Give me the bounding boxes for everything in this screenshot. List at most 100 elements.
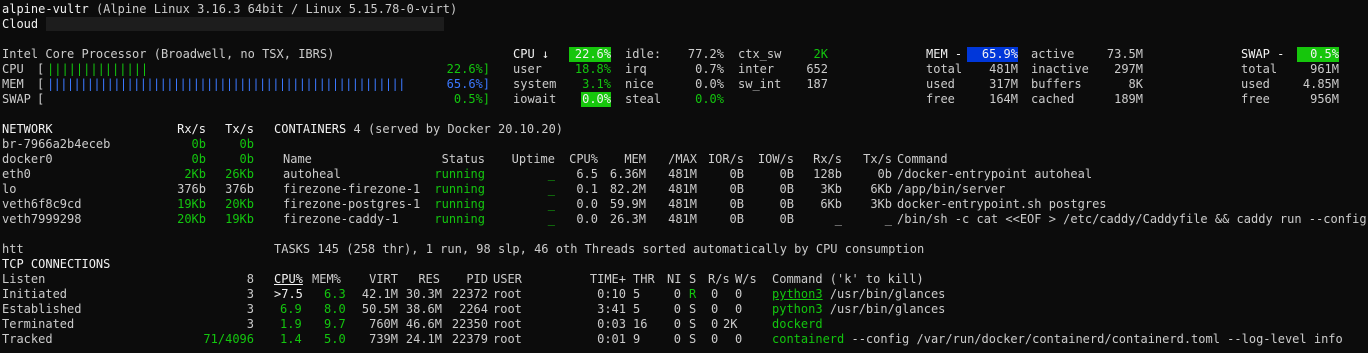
swap-total-label: total [1241, 62, 1278, 76]
net-iface-name: lo [2, 182, 17, 196]
mem-cached-label: cached [1031, 92, 1075, 106]
tcp-listen-val: 8 [246, 272, 254, 286]
cpu-detail-title: CPU ↓ [513, 47, 550, 61]
proc-user: root [493, 317, 522, 331]
proc-col-mem[interactable]: MEM% [312, 272, 341, 287]
network-tx-header: Tx/s [225, 122, 254, 136]
container-cpu: 0.1 [576, 182, 598, 196]
proc-thr: 5 [633, 287, 641, 301]
proc-rs: 0 [711, 332, 719, 346]
proc-col-command[interactable]: Command ('k' to kill) [772, 272, 924, 287]
container-rx: 6Kb [820, 197, 842, 211]
cpu-bar-pct: 22.6%] [446, 62, 490, 76]
net-iface-tx: 20Kb [225, 197, 254, 211]
cpu-inter-label: inter [738, 62, 775, 76]
proc-command[interactable]: python3 /usr/bin/glances [772, 302, 945, 317]
mem-free-val: 164M [989, 92, 1018, 106]
net-iface-rx: 2Kb [184, 167, 206, 181]
proc-mem: 9.7 [324, 317, 346, 331]
container-status: running [434, 197, 485, 211]
proc-command[interactable]: dockerd [772, 317, 823, 332]
proc-cpu: 1.9 [280, 317, 302, 331]
proc-mem: 8.0 [324, 302, 346, 316]
container-uptime: _ [547, 212, 555, 226]
net-iface-tx: 19Kb [225, 212, 254, 226]
proc-col-s[interactable]: S [689, 272, 696, 287]
container-rx: _ [834, 212, 842, 226]
net-iface-tx: 0b [239, 137, 254, 151]
proc-thr: 16 [633, 317, 648, 331]
proc-ni: 0 [673, 302, 681, 316]
cpu-system-label: system [513, 77, 557, 91]
proc-ws: 0 [735, 287, 743, 301]
cpu-bar: |||||||||||||| [47, 62, 149, 76]
cpu-user-label: user [513, 62, 542, 76]
container-tx: 0b [877, 167, 892, 181]
swap-used-label: used [1241, 77, 1270, 91]
cpu-total-pct: 22.6% [569, 47, 611, 62]
proc-cpu: >7.5 [274, 287, 303, 301]
proc-res: 24.1M [405, 332, 442, 346]
container-tx: _ [884, 212, 892, 226]
container-status: running [434, 212, 485, 226]
container-max: 481M [668, 167, 697, 181]
container-max: 481M [668, 197, 697, 211]
proc-mem: 6.3 [324, 287, 346, 301]
container-iow: 0B [779, 167, 794, 181]
container-status: running [434, 182, 485, 196]
proc-command[interactable]: python3 /usr/bin/glances [772, 287, 945, 302]
net-iface-name: veth6f8c9cd [2, 197, 82, 211]
proc-user: root [493, 302, 522, 316]
proc-command[interactable]: containerd --config /var/run/docker/cont… [772, 332, 1343, 347]
proc-col-ws[interactable]: W/s [735, 272, 757, 287]
proc-ni: 0 [673, 317, 681, 331]
cpu-irq-label: irq [625, 62, 647, 76]
tcp-terminated-label: Terminated [2, 317, 75, 331]
cpu-inter-val: 652 [806, 62, 828, 76]
proc-pid: 22379 [451, 332, 488, 346]
container-mem: 26.3M [609, 212, 646, 226]
swap-pct: 0.5% [1297, 47, 1339, 62]
container-command: /app/bin/server [897, 182, 1006, 196]
cpu-steal-val: 0.0% [695, 92, 724, 106]
swap-bar-label: SWAP [2, 92, 31, 106]
ctr-col-uptime: Uptime [511, 152, 555, 166]
ctx-label: ctx_sw [738, 47, 782, 61]
mem-free-label: free [926, 92, 955, 106]
net-iface-name: eth0 [2, 167, 31, 181]
proc-col-res[interactable]: RES [402, 272, 440, 287]
cpu-iowait-label: iowait [513, 92, 557, 106]
proc-col-pid[interactable]: PID [446, 272, 488, 287]
container-cpu: 0.0 [576, 212, 598, 226]
proc-col-rs[interactable]: R/s [708, 272, 730, 287]
proc-time: 0:01 [597, 332, 626, 346]
proc-user: root [493, 332, 522, 346]
container-name: firezone-firezone-1 [283, 182, 421, 196]
proc-col-user[interactable]: USER [493, 272, 522, 287]
proc-ni: 0 [673, 332, 681, 346]
proc-cpu: 6.9 [280, 302, 302, 316]
proc-rs: 0 [711, 287, 719, 301]
proc-col-thr[interactable]: THR [633, 272, 655, 287]
container-ior: 0B [729, 182, 744, 196]
cpu-system-val: 3.1% [582, 77, 611, 91]
container-ior: 0B [729, 212, 744, 226]
proc-pid: 22372 [451, 287, 488, 301]
proc-res: 46.6M [405, 317, 442, 331]
net-iface-rx: 20Kb [177, 212, 206, 226]
proc-ni: 0 [673, 287, 681, 301]
mem-buffers-label: buffers [1031, 77, 1082, 91]
proc-col-ni[interactable]: NI [667, 272, 681, 287]
mem-inactive-val: 297M [1114, 62, 1143, 76]
tcp-terminated-val: 3 [246, 317, 254, 331]
proc-col-time[interactable]: TIME+ [580, 272, 626, 287]
proc-col-virt[interactable]: VIRT [360, 272, 398, 287]
container-max: 481M [668, 182, 697, 196]
proc-col-cpu[interactable]: CPU% [274, 272, 303, 287]
mem-used-label: used [926, 77, 955, 91]
tcp-initiated-label: Initiated [2, 287, 68, 301]
ctr-col-rx: Rx/s [813, 152, 842, 166]
container-ior: 0B [729, 167, 744, 181]
proc-thr: 9 [633, 332, 641, 346]
proc-thr: 5 [633, 302, 641, 316]
